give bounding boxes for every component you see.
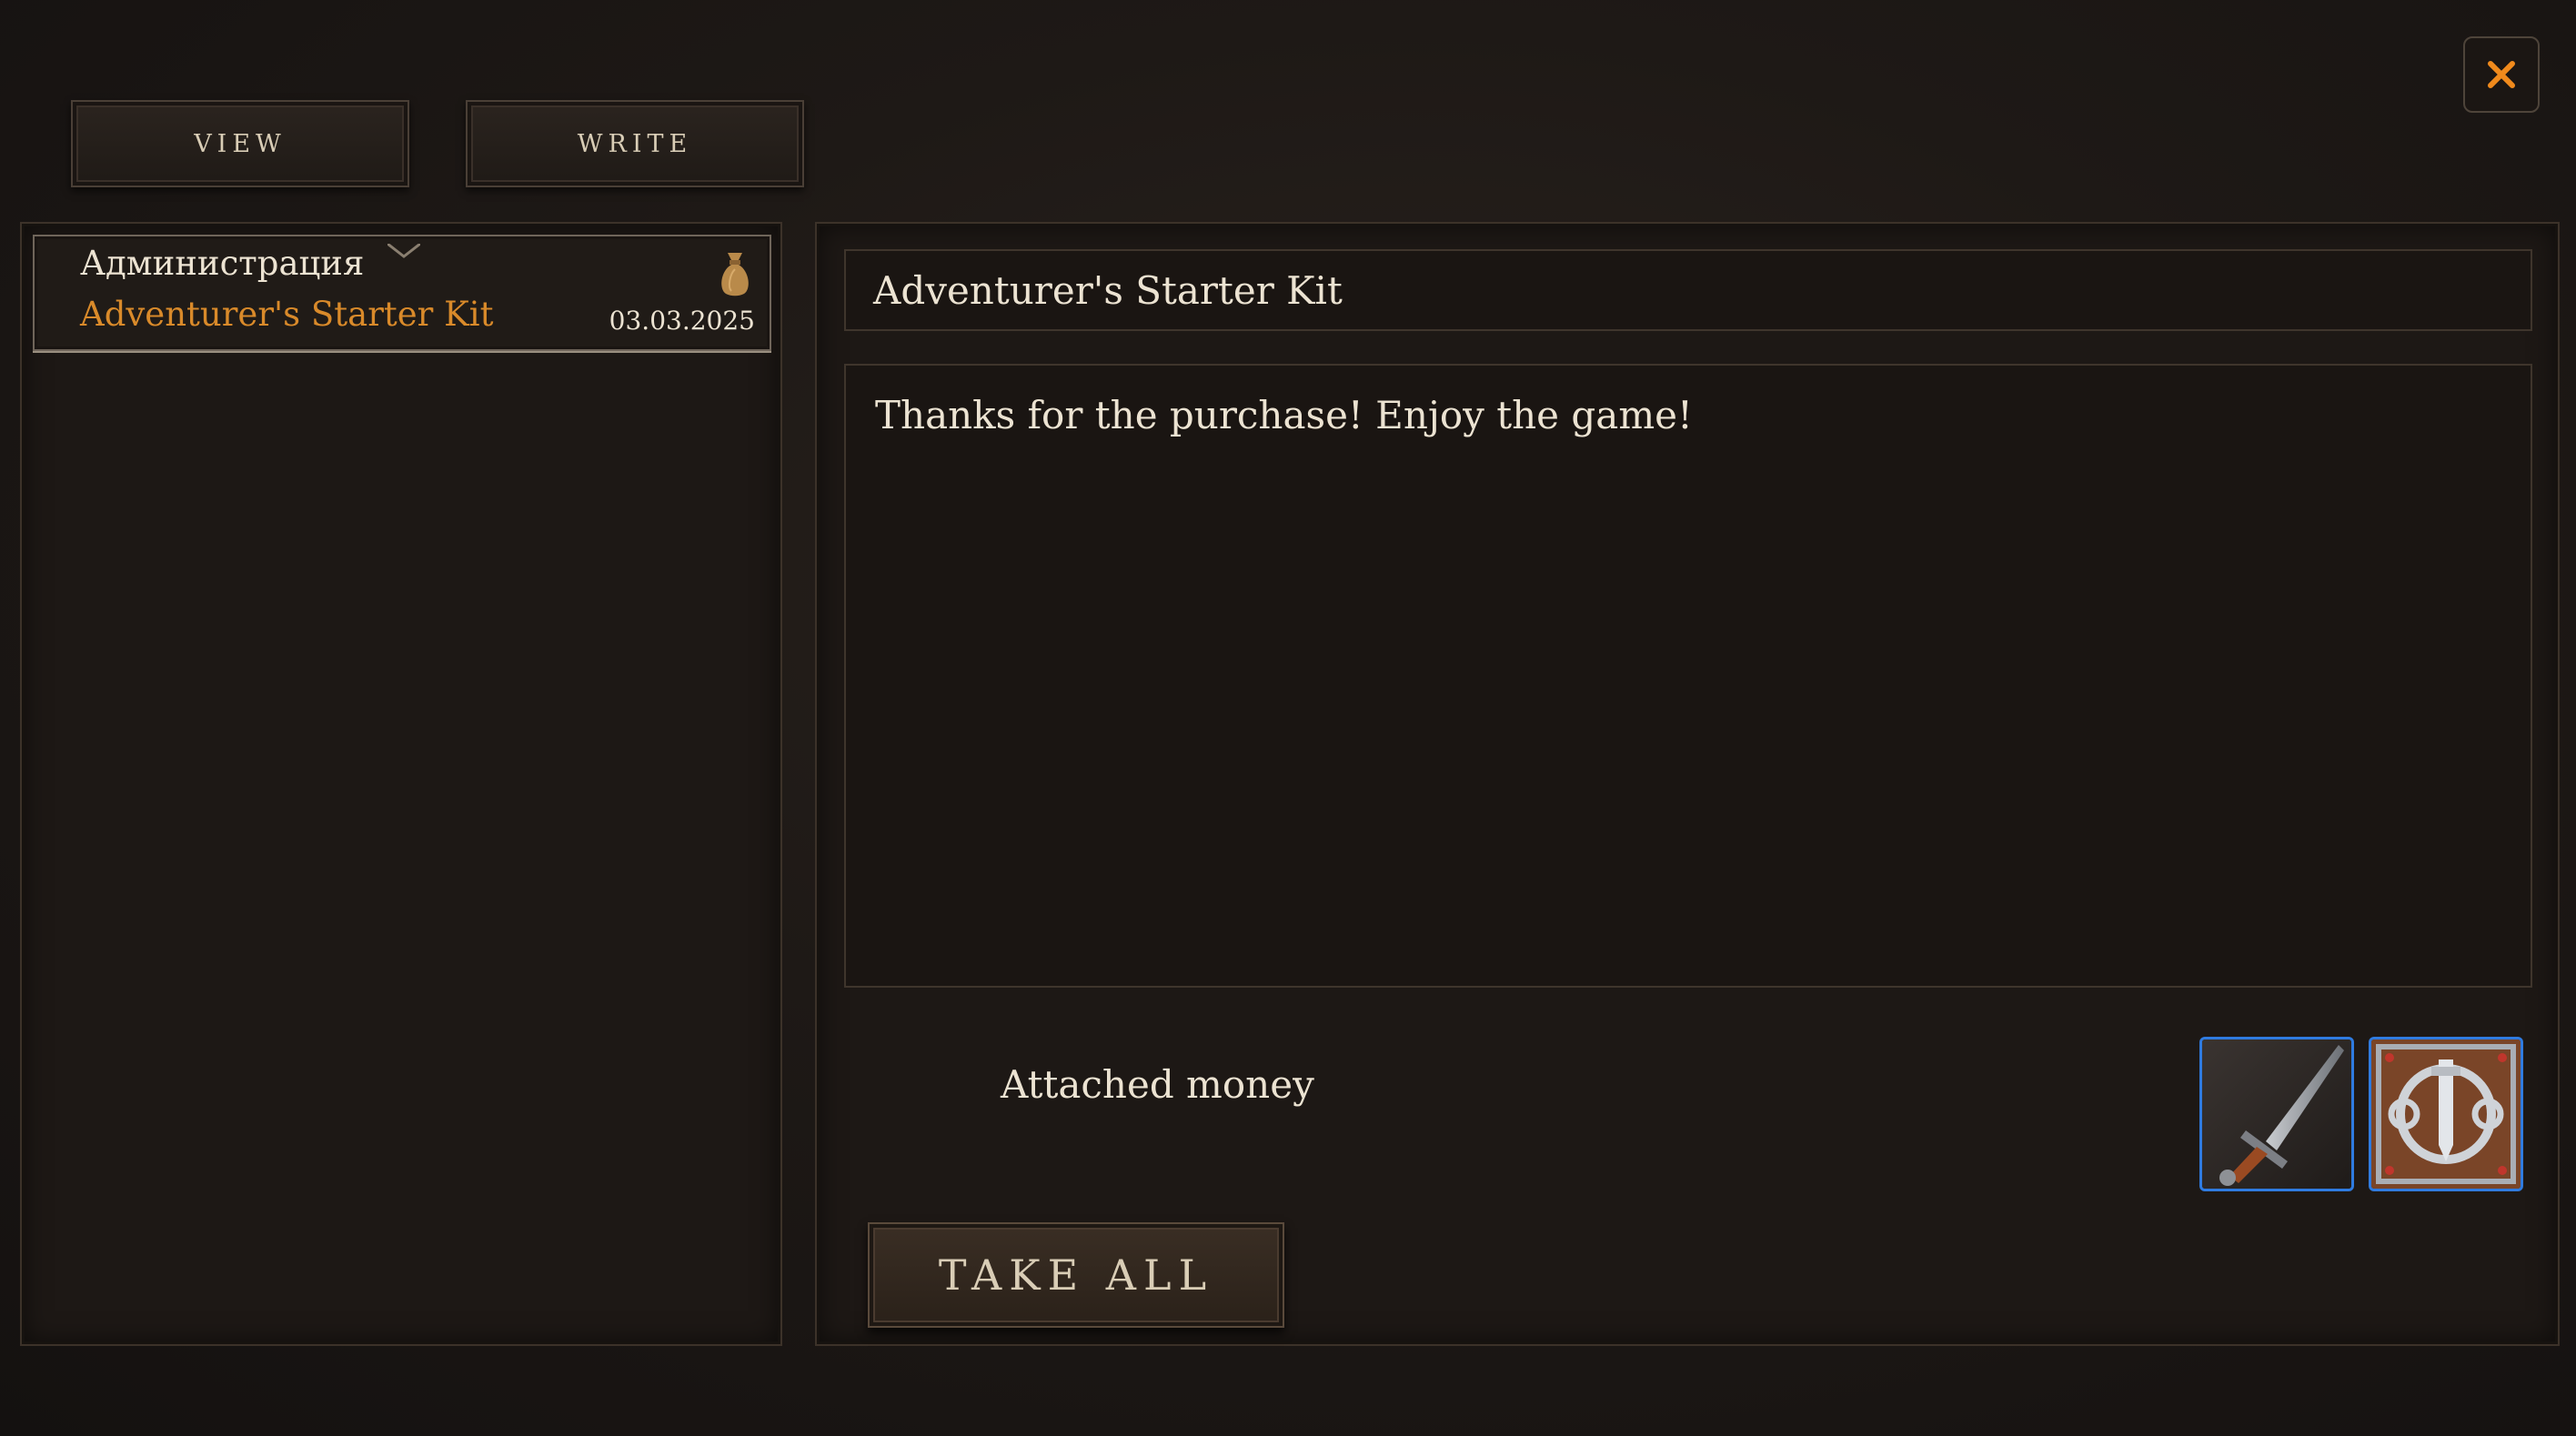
mail-sender: Администрация xyxy=(80,244,365,283)
subject-field: Adventurer's Starter Kit xyxy=(844,249,2532,331)
attached-money-label: Attached money xyxy=(1001,1062,1314,1107)
sword-icon xyxy=(2202,1039,2351,1189)
attachment-slot-sword[interactable] xyxy=(2199,1037,2354,1191)
mail-list-panel xyxy=(20,222,782,1346)
money-bag-icon xyxy=(721,253,749,296)
shield-emblem-icon xyxy=(2371,1039,2521,1189)
attachment-slot-emblem[interactable] xyxy=(2369,1037,2523,1191)
tab-write[interactable]: WRITE xyxy=(466,100,804,187)
mail-subject: Adventurer's Starter Kit xyxy=(80,295,494,334)
notch-icon xyxy=(387,244,420,258)
take-all-button[interactable]: TAKE ALL xyxy=(868,1222,1284,1328)
close-button[interactable] xyxy=(2463,36,2540,113)
mail-list-item[interactable]: Администрация Adventurer's Starter Kit 0… xyxy=(33,235,771,351)
mail-date: 03.03.2025 xyxy=(609,306,755,336)
message-body: Thanks for the purchase! Enjoy the game! xyxy=(844,364,2532,988)
tab-view[interactable]: VIEW xyxy=(71,100,409,187)
mail-window: VIEW WRITE Администрация Adventurer's St… xyxy=(0,0,2576,1436)
close-icon xyxy=(2488,61,2515,88)
